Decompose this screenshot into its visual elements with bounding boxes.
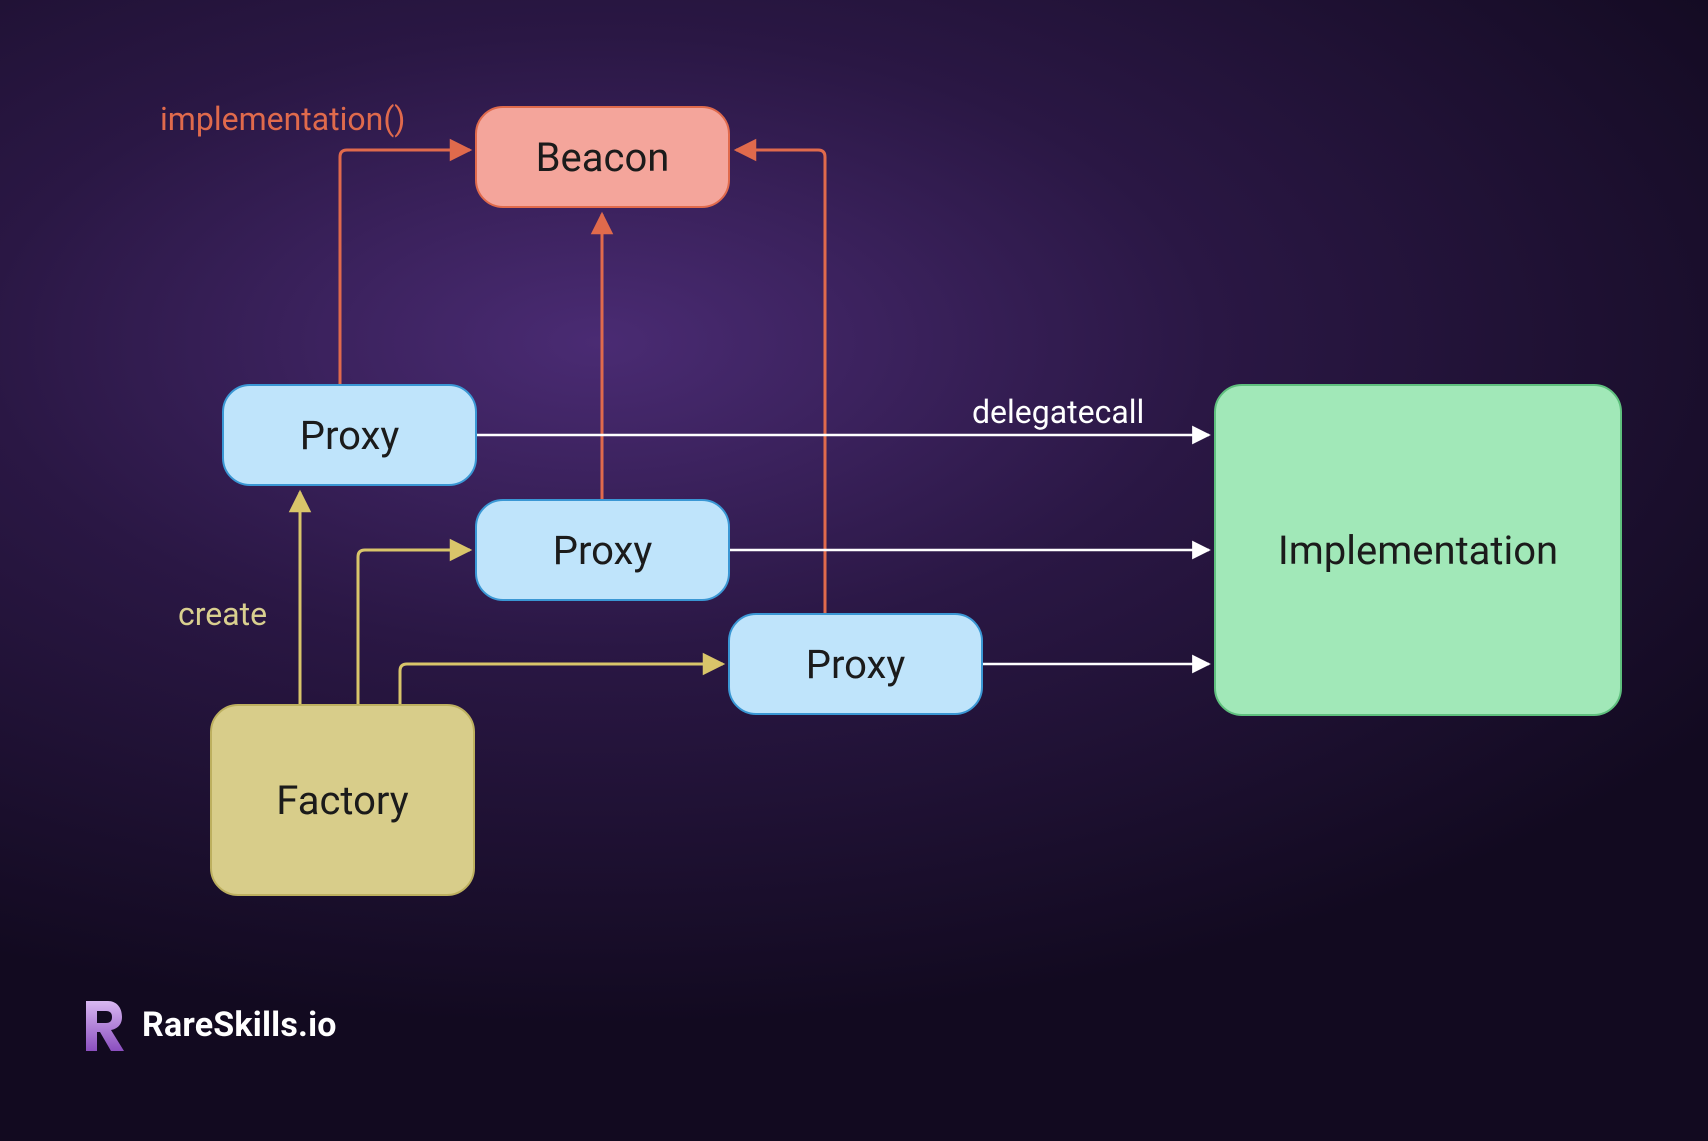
label-delegatecall: delegatecall	[972, 393, 1144, 431]
label-implementation-call: implementation()	[160, 100, 405, 138]
node-proxy-3: Proxy	[728, 613, 983, 715]
node-factory: Factory	[210, 704, 475, 896]
brand: RareSkills.io	[80, 999, 337, 1051]
diagram-stage: implementation() create delegatecall Bea…	[0, 0, 1708, 1141]
node-implementation: Implementation	[1214, 384, 1622, 716]
node-proxy-2: Proxy	[475, 499, 730, 601]
edge-factory-proxy2	[358, 550, 470, 704]
edge-factory-proxy3	[400, 664, 723, 704]
edge-proxy3-beacon	[736, 150, 825, 613]
label-create: create	[178, 595, 267, 633]
brand-name: RareSkills.io	[142, 1005, 337, 1045]
node-beacon: Beacon	[475, 106, 730, 208]
logo-icon	[80, 999, 124, 1051]
node-proxy-1: Proxy	[222, 384, 477, 486]
edge-proxy1-beacon	[340, 150, 470, 384]
